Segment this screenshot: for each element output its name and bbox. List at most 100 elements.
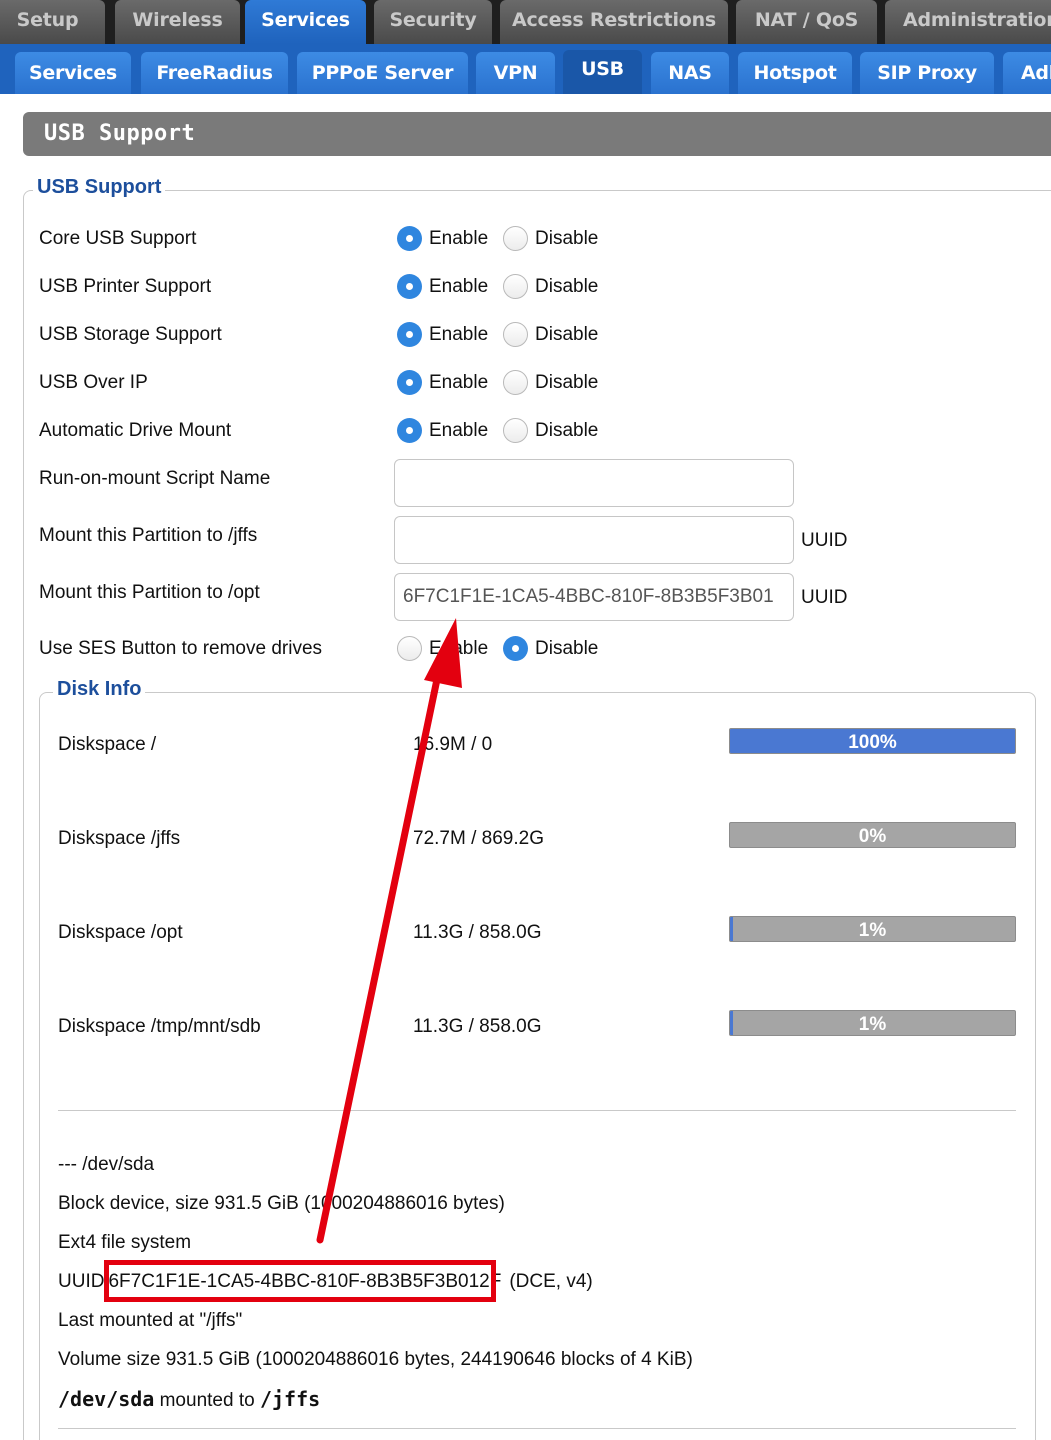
disk-opt-progress: 1% bbox=[729, 916, 1016, 942]
page-title: USB Support bbox=[23, 112, 1051, 156]
mount-opt-uuid-label: UUID bbox=[801, 587, 848, 608]
device-header: --- /dev/sda bbox=[58, 1154, 155, 1175]
volume-size-info: Volume size 931.5 GiB (1000204886016 byt… bbox=[58, 1349, 693, 1370]
ses-button-label: Use SES Button to remove drives bbox=[39, 638, 323, 659]
disk-sdb-label: Diskspace /tmp/mnt/sdb bbox=[58, 1016, 261, 1037]
tab-services[interactable]: Services bbox=[245, 0, 366, 44]
tab-administration[interactable]: Administration bbox=[885, 0, 1051, 44]
tab-label: Wireless bbox=[132, 9, 223, 31]
usb-storage-disable-radio[interactable] bbox=[503, 322, 528, 347]
disk-jffs-progress: 0% bbox=[729, 822, 1016, 848]
uuid-prefix: UUID bbox=[58, 1271, 105, 1292]
usb-printer-enable-label[interactable]: Enable bbox=[429, 276, 488, 298]
tab-security[interactable]: Security bbox=[374, 0, 492, 44]
tab-label: Setup bbox=[16, 9, 79, 31]
auto-drive-mount-enable-label[interactable]: Enable bbox=[429, 420, 488, 442]
divider-bottom bbox=[58, 1428, 1016, 1429]
tab-access-restrictions[interactable]: Access Restrictions bbox=[500, 0, 728, 44]
core-usb-disable-label[interactable]: Disable bbox=[535, 228, 598, 250]
subtab-pppoe-server[interactable]: PPPoE Server bbox=[297, 52, 468, 94]
subtab-hotspot[interactable]: Hotspot bbox=[738, 52, 852, 94]
subtab-label: NAS bbox=[668, 62, 712, 84]
usb-printer-enable-radio[interactable] bbox=[397, 274, 422, 299]
auto-drive-mount-disable-label[interactable]: Disable bbox=[535, 420, 598, 442]
mount-jffs-label: Mount this Partition to /jffs bbox=[39, 525, 258, 546]
block-device-info: Block device, size 931.5 GiB (1000204886… bbox=[58, 1193, 505, 1214]
usb-storage-disable-label[interactable]: Disable bbox=[535, 324, 598, 346]
ses-enable-radio[interactable] bbox=[397, 636, 422, 661]
usb-over-ip-enable-radio[interactable] bbox=[397, 370, 422, 395]
subtab-label: SIP Proxy bbox=[877, 62, 977, 84]
subtab-label: Services bbox=[29, 62, 117, 84]
tab-nat-qos[interactable]: NAT / QoS bbox=[736, 0, 877, 44]
usb-storage-enable-label[interactable]: Enable bbox=[429, 324, 488, 346]
core-usb-disable-radio[interactable] bbox=[503, 226, 528, 251]
tab-label: Security bbox=[389, 9, 477, 31]
disk-sdb-progress: 1% bbox=[729, 1010, 1016, 1036]
progress-text: 100% bbox=[848, 732, 897, 753]
main-tab-bar: Setup Wireless Services Security Access … bbox=[0, 0, 1051, 44]
disk-sdb-usage: 11.3G / 858.0G bbox=[413, 1016, 542, 1037]
subtab-sip-proxy[interactable]: SIP Proxy bbox=[860, 52, 994, 94]
disk-info-legend: Disk Info bbox=[53, 678, 146, 701]
mount-jffs-input[interactable] bbox=[394, 516, 794, 564]
subtab-label: Adl bbox=[1021, 62, 1051, 84]
tab-label: Services bbox=[261, 9, 350, 31]
sub-tab-bar: Services FreeRadius PPPoE Server VPN USB… bbox=[0, 44, 1051, 94]
ses-disable-radio[interactable] bbox=[503, 636, 528, 661]
usb-over-ip-disable-label[interactable]: Disable bbox=[535, 372, 598, 394]
auto-drive-mount-label: Automatic Drive Mount bbox=[39, 420, 232, 441]
tab-setup[interactable]: Setup bbox=[0, 0, 105, 44]
progress-text: 1% bbox=[858, 920, 887, 941]
core-usb-enable-radio[interactable] bbox=[397, 226, 422, 251]
tab-label: NAT / QoS bbox=[754, 9, 859, 31]
usb-over-ip-enable-label[interactable]: Enable bbox=[429, 372, 488, 394]
disk-jffs-usage: 72.7M / 869.2G bbox=[413, 828, 544, 849]
usb-printer-disable-label[interactable]: Disable bbox=[535, 276, 598, 298]
usb-support-legend: USB Support bbox=[33, 176, 166, 199]
usb-printer-disable-radio[interactable] bbox=[503, 274, 528, 299]
last-mounted-info: Last mounted at "/jffs" bbox=[58, 1310, 243, 1331]
usb-storage-enable-radio[interactable] bbox=[397, 322, 422, 347]
uuid-suffix: (DCE, v4) bbox=[509, 1271, 593, 1292]
ses-enable-label[interactable]: Enable bbox=[429, 638, 488, 660]
disk-opt-label: Diskspace /opt bbox=[58, 922, 183, 943]
subtab-label: USB bbox=[581, 58, 624, 80]
mount-status-info: /dev/sda mounted to /jffs bbox=[58, 1387, 320, 1412]
tab-label: Administration bbox=[903, 9, 1051, 31]
subtab-usb[interactable]: USB bbox=[563, 50, 642, 94]
progress-text: 1% bbox=[858, 1014, 887, 1035]
auto-drive-mount-disable-radio[interactable] bbox=[503, 418, 528, 443]
tab-wireless[interactable]: Wireless bbox=[115, 0, 240, 44]
auto-drive-mount-enable-radio[interactable] bbox=[397, 418, 422, 443]
disk-root-progress: 100% bbox=[729, 728, 1016, 754]
divider bbox=[58, 1110, 1016, 1111]
mount-device: /dev/sda bbox=[58, 1387, 155, 1411]
progress-text: 0% bbox=[858, 826, 887, 847]
filesystem-info: Ext4 file system bbox=[58, 1232, 192, 1253]
mount-jffs-uuid-label: UUID bbox=[801, 530, 848, 551]
subtab-adl[interactable]: Adl bbox=[1003, 52, 1051, 94]
subtab-nas[interactable]: NAS bbox=[651, 52, 729, 94]
disk-opt-usage: 11.3G / 858.0G bbox=[413, 922, 542, 943]
subtab-label: FreeRadius bbox=[156, 62, 273, 84]
mount-target: /jffs bbox=[259, 1387, 321, 1411]
run-on-mount-input[interactable] bbox=[394, 459, 794, 507]
core-usb-enable-label[interactable]: Enable bbox=[429, 228, 488, 250]
subtab-freeradius[interactable]: FreeRadius bbox=[141, 52, 288, 94]
disk-root-usage: 16.9M / 0 bbox=[413, 734, 493, 755]
mount-word: mounted to bbox=[159, 1390, 255, 1411]
usb-over-ip-disable-radio[interactable] bbox=[503, 370, 528, 395]
usb-over-ip-label: USB Over IP bbox=[39, 372, 148, 393]
subtab-vpn[interactable]: VPN bbox=[476, 52, 555, 94]
disk-root-label: Diskspace / bbox=[58, 734, 157, 755]
run-on-mount-label: Run-on-mount Script Name bbox=[39, 468, 271, 489]
subtab-label: VPN bbox=[493, 62, 538, 84]
subtab-label: Hotspot bbox=[753, 62, 837, 84]
ses-disable-label[interactable]: Disable bbox=[535, 638, 598, 660]
usb-storage-label: USB Storage Support bbox=[39, 324, 222, 345]
subtab-services[interactable]: Services bbox=[15, 52, 131, 94]
uuid-highlight-box bbox=[104, 1260, 496, 1302]
subtab-label: PPPoE Server bbox=[311, 62, 454, 84]
mount-opt-input[interactable]: 6F7C1F1E-1CA5-4BBC-810F-8B3B5F3B01 bbox=[394, 573, 794, 621]
